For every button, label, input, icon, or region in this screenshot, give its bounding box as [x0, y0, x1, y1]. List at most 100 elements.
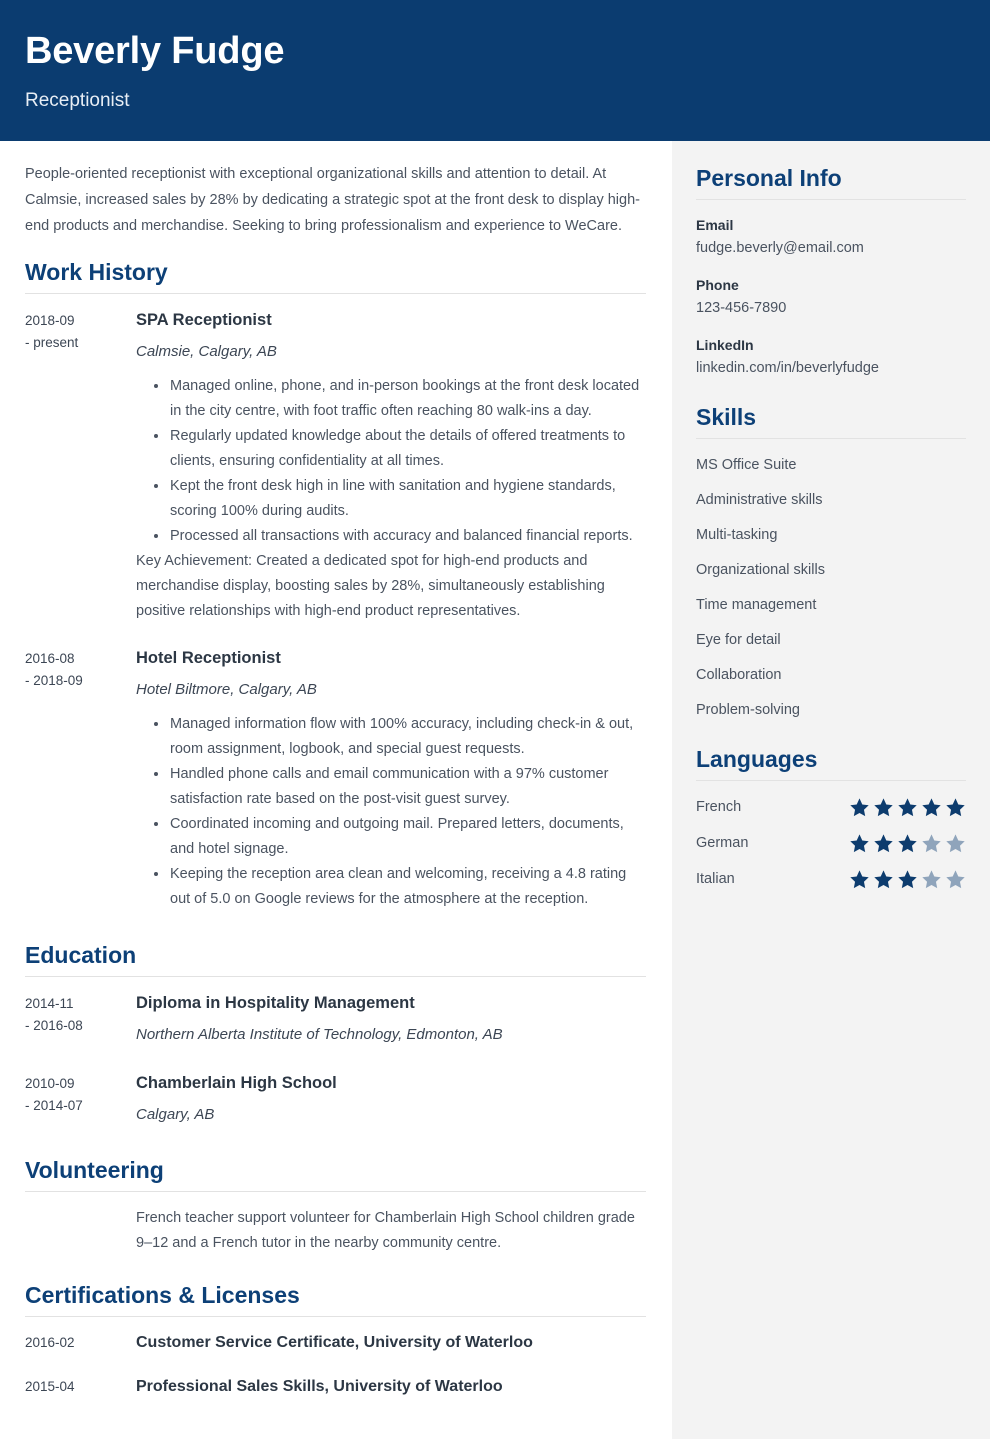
list-item: Handled phone calls and email communicat… — [154, 762, 646, 812]
education-entry-body: Diploma in Hospitality Management Northe… — [136, 991, 646, 1047]
education-entry-date-start: 2014-11 — [25, 996, 74, 1011]
work-entry: 2018-09 - present SPA Receptionist Calms… — [25, 308, 646, 624]
education-entry-date: 2010-09 - 2014-07 — [25, 1071, 136, 1117]
star-filled-icon — [850, 869, 869, 888]
work-entry-org: Hotel Biltmore, Calgary, AB — [136, 681, 317, 698]
linkedin-value[interactable]: linkedin.com/in/beverlyfudge — [696, 356, 966, 380]
list-item: Kept the front desk high in line with sa… — [154, 474, 646, 524]
star-filled-icon — [850, 833, 869, 852]
resume-page: Beverly Fudge Receptionist People-orient… — [0, 0, 990, 1439]
sidebar-title-personal-info: Personal Info — [696, 165, 842, 191]
certification-row: 2015-04 Professional Sales Skills, Unive… — [25, 1375, 646, 1399]
section-divider — [25, 1316, 646, 1317]
section-divider — [25, 1191, 646, 1192]
list-item: Managed information flow with 100% accur… — [154, 712, 646, 762]
section-divider — [25, 976, 646, 977]
personal-info-label: LinkedIn — [696, 337, 754, 353]
language-row: French — [696, 795, 966, 819]
work-entry-date-start: 2016-08 — [25, 651, 75, 666]
sidebar: Personal Info Email fudge.beverly@email.… — [672, 141, 990, 1439]
star-empty-icon — [946, 869, 965, 888]
work-entry-bullets: Managed online, phone, and in-person boo… — [136, 374, 646, 549]
language-rating-stars — [849, 833, 966, 854]
certification-date: 2016-02 — [25, 1335, 75, 1350]
certification-name: Customer Service Certificate, University… — [136, 1334, 533, 1351]
volunteering-text: French teacher support volunteer for Cha… — [136, 1210, 635, 1251]
email-value[interactable]: fudge.beverly@email.com — [696, 236, 966, 260]
work-entry-bullets: Managed information flow with 100% accur… — [136, 712, 646, 912]
work-entry: 2016-08 - 2018-09 Hotel Receptionist Hot… — [25, 646, 646, 912]
education-entry-degree: Diploma in Hospitality Management — [136, 994, 415, 1012]
list-item: Eye for detail — [696, 632, 781, 648]
star-filled-icon — [898, 797, 917, 816]
list-item: Coordinated incoming and outgoing mail. … — [154, 812, 646, 862]
certification-row: 2016-02 Customer Service Certificate, Un… — [25, 1331, 646, 1355]
star-filled-icon — [898, 833, 917, 852]
list-item: Managed online, phone, and in-person boo… — [154, 374, 646, 424]
list-item: Collaboration — [696, 667, 782, 683]
work-entry-org: Calmsie, Calgary, AB — [136, 343, 277, 360]
star-filled-icon — [874, 797, 893, 816]
list-item: Multi-tasking — [696, 527, 778, 543]
education-entry-date: 2014-11 - 2016-08 — [25, 991, 136, 1037]
work-entry-date-end: - present — [25, 335, 79, 350]
personal-info-item: Phone 123-456-7890 — [696, 274, 966, 320]
work-entry-date-start: 2018-09 — [25, 313, 75, 328]
sidebar-section-personal-info: Personal Info Email fudge.beverly@email.… — [696, 163, 966, 380]
personal-info-item: LinkedIn linkedin.com/in/beverlyfudge — [696, 334, 966, 380]
language-name: French — [696, 799, 742, 815]
sidebar-divider — [696, 438, 966, 439]
sidebar-title-languages: Languages — [696, 746, 818, 772]
work-entry-key-achievement: Key Achievement: Created a dedicated spo… — [136, 553, 605, 619]
personal-info-item: Email fudge.beverly@email.com — [696, 214, 966, 260]
phone-value[interactable]: 123-456-7890 — [696, 296, 966, 320]
work-entry-role: SPA Receptionist — [136, 311, 272, 329]
professional-summary: People-oriented receptionist with except… — [25, 166, 640, 234]
sidebar-section-skills: Skills MS Office Suite Administrative sk… — [696, 402, 966, 722]
list-item: MS Office Suite — [696, 457, 797, 473]
resume-body: People-oriented receptionist with except… — [0, 141, 990, 1439]
education-entry-school: Northern Alberta Institute of Technology… — [136, 1026, 503, 1043]
language-row: Italian — [696, 867, 966, 891]
language-rating-stars — [849, 869, 966, 890]
star-filled-icon — [874, 833, 893, 852]
section-title-volunteering: Volunteering — [25, 1157, 164, 1183]
main-column: People-oriented receptionist with except… — [0, 141, 672, 1439]
star-empty-icon — [946, 833, 965, 852]
volunteering-entry: French teacher support volunteer for Cha… — [25, 1206, 646, 1256]
language-name: German — [696, 835, 749, 851]
list-item: Time management — [696, 597, 817, 613]
education-entry-date-start: 2010-09 — [25, 1076, 75, 1091]
star-filled-icon — [922, 797, 941, 816]
language-rating-stars — [849, 797, 966, 818]
work-entry-role: Hotel Receptionist — [136, 649, 281, 667]
star-empty-icon — [922, 833, 941, 852]
star-filled-icon — [898, 869, 917, 888]
resume-header: Beverly Fudge Receptionist — [0, 0, 990, 141]
candidate-job-title: Receptionist — [25, 90, 130, 111]
work-entry-date-end: - 2018-09 — [25, 673, 83, 688]
certification-name: Professional Sales Skills, University of… — [136, 1378, 503, 1395]
star-filled-icon — [850, 797, 869, 816]
education-entry-school: Calgary, AB — [136, 1106, 215, 1123]
list-item: Administrative skills — [696, 492, 823, 508]
star-filled-icon — [874, 869, 893, 888]
list-item: Regularly updated knowledge about the de… — [154, 424, 646, 474]
candidate-name: Beverly Fudge — [25, 30, 285, 72]
certification-date: 2015-04 — [25, 1379, 75, 1394]
section-volunteering: Volunteering French teacher support volu… — [25, 1155, 646, 1256]
sidebar-title-skills: Skills — [696, 404, 757, 430]
education-entry-body: Chamberlain High School Calgary, AB — [136, 1071, 646, 1127]
education-entry-degree: Chamberlain High School — [136, 1074, 337, 1092]
star-empty-icon — [922, 869, 941, 888]
education-entry: 2010-09 - 2014-07 Chamberlain High Schoo… — [25, 1071, 646, 1127]
section-title-work-history: Work History — [25, 259, 168, 285]
section-work-history: Work History 2018-09 - present SPA Recep… — [25, 257, 646, 912]
list-item: Problem-solving — [696, 702, 800, 718]
work-entry-date: 2018-09 - present — [25, 308, 136, 354]
personal-info-label: Email — [696, 217, 734, 233]
section-certifications: Certifications & Licenses 2016-02 Custom… — [25, 1280, 646, 1399]
education-entry: 2014-11 - 2016-08 Diploma in Hospitality… — [25, 991, 646, 1047]
sidebar-divider — [696, 199, 966, 200]
volunteering-entry-date — [25, 1206, 136, 1208]
